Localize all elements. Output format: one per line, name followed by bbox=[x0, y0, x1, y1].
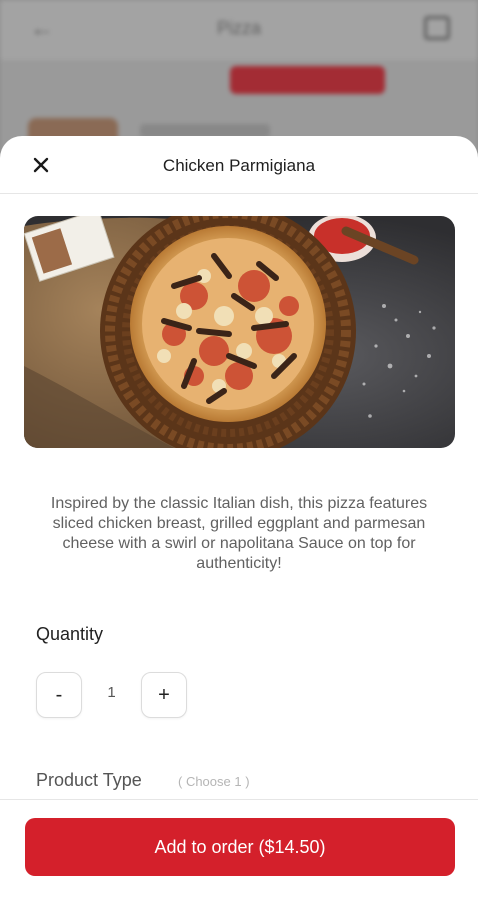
quantity-value: 1 bbox=[107, 684, 116, 701]
background-category-tabs bbox=[0, 60, 478, 100]
add-to-order-button[interactable]: Add to order ($14.50) bbox=[25, 818, 455, 876]
product-image bbox=[24, 216, 455, 448]
sheet-header: Chicken Parmigiana bbox=[0, 136, 478, 194]
sheet-footer: Add to order ($14.50) bbox=[0, 799, 478, 900]
background-title: Pizza bbox=[216, 18, 261, 38]
sheet-title: Chicken Parmigiana bbox=[162, 156, 316, 175]
product-description: Inspired by the classic Italian dish, th… bbox=[50, 495, 428, 572]
background-top-bar: ← Pizza bbox=[0, 0, 478, 60]
product-type-label: Product Type bbox=[36, 770, 142, 790]
background-tab bbox=[410, 66, 470, 94]
quantity-decrease-button[interactable]: - bbox=[36, 672, 82, 718]
background-tab bbox=[72, 66, 210, 94]
product-bottom-sheet: Chicken Parmigiana Inspired by the class… bbox=[0, 136, 478, 900]
quantity-increase-button[interactable]: + bbox=[141, 672, 187, 718]
product-type-hint: ( Choose 1 ) bbox=[178, 774, 250, 789]
cart-icon bbox=[424, 16, 450, 40]
background-tab-active bbox=[230, 66, 385, 94]
background-tab bbox=[0, 66, 30, 94]
quantity-label: Quantity bbox=[36, 624, 104, 644]
